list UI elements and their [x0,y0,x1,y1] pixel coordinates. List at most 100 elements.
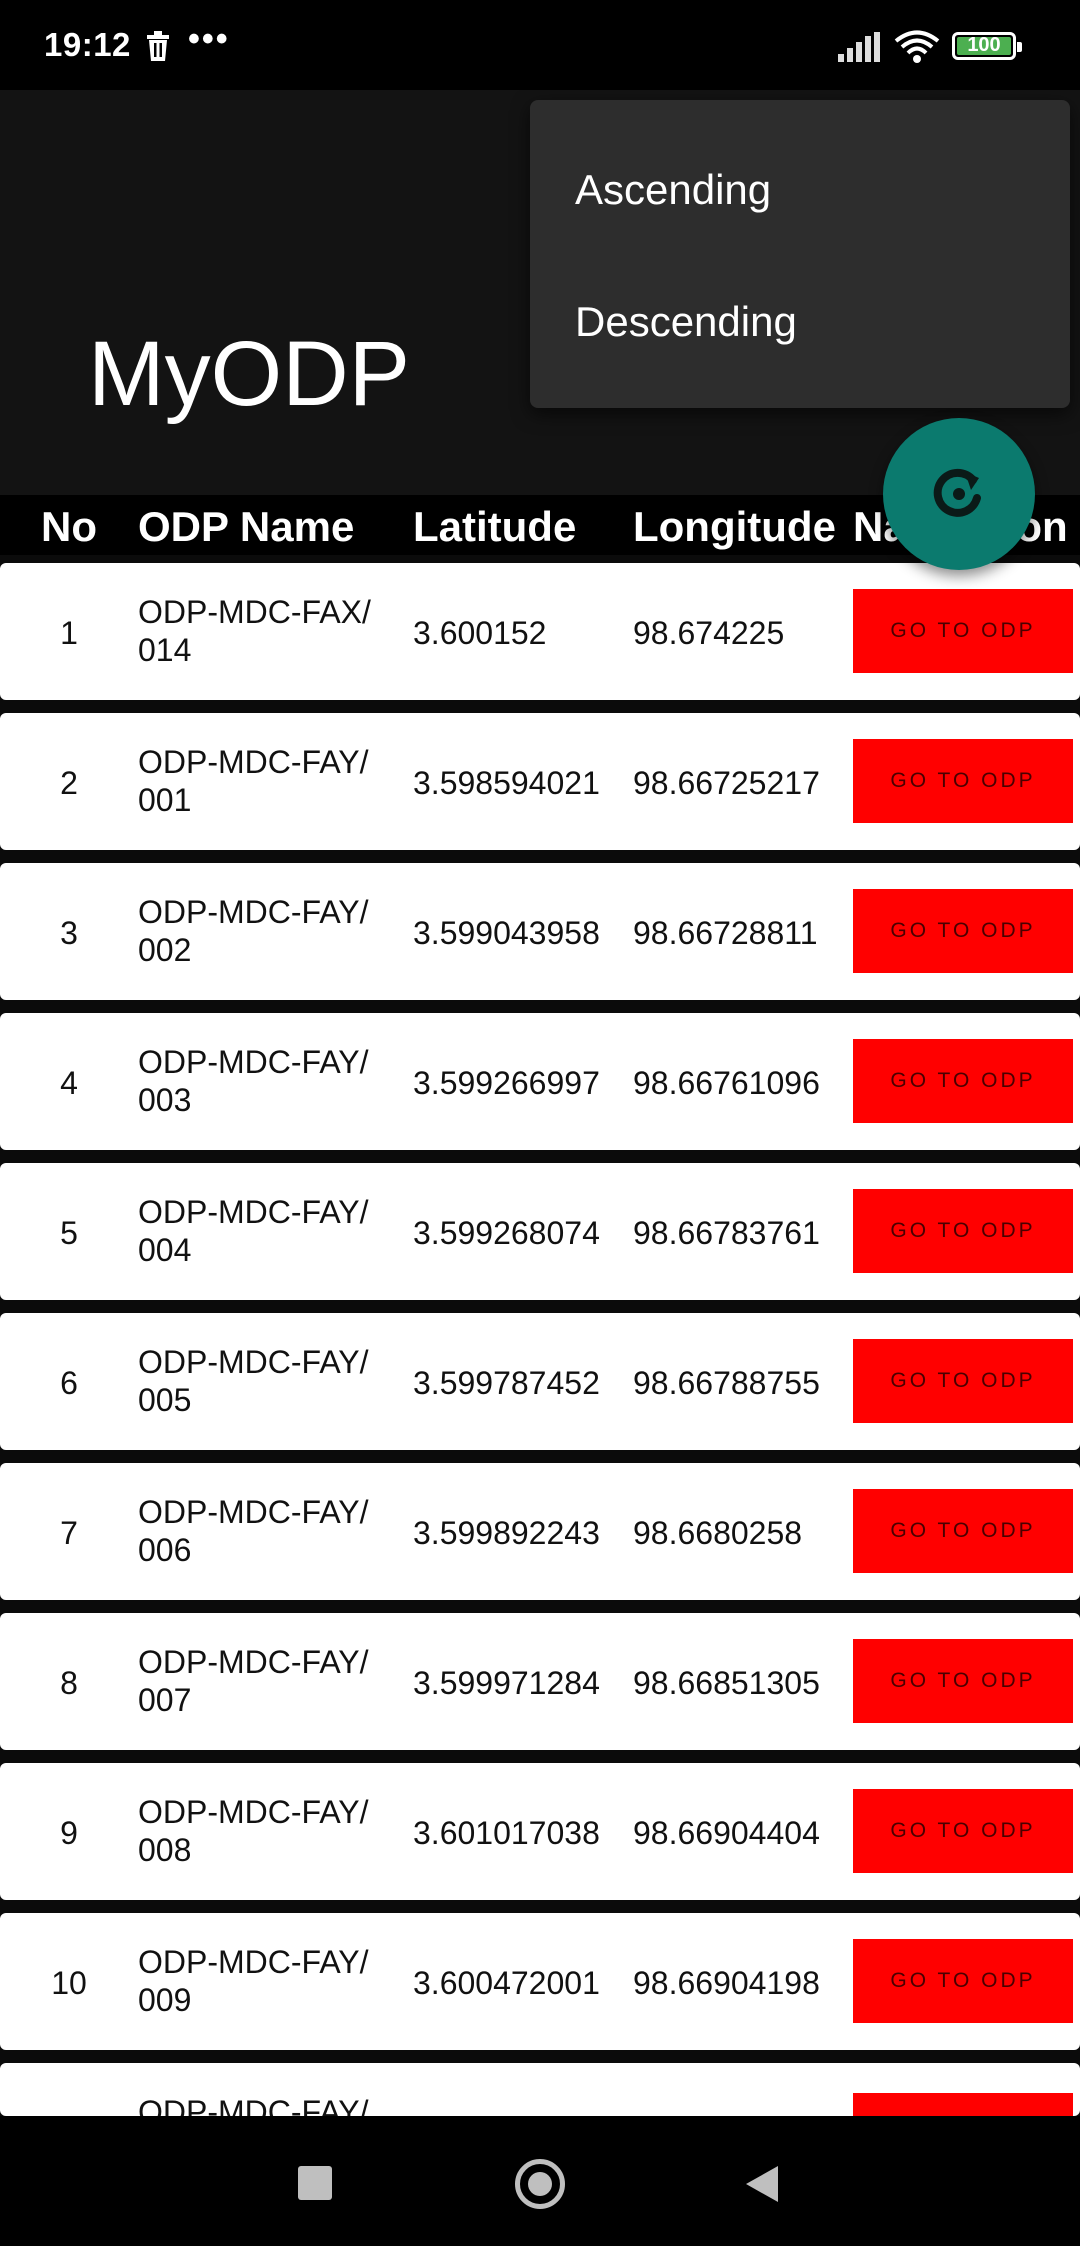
longitude-value: 98.66904404 [633,1815,820,1851]
more-notifications-icon: ••• [188,20,230,58]
latitude-value: 3.599043958 [413,915,600,951]
go-to-odp-button[interactable]: GO TO ODP [853,739,1073,823]
table-row: 9 ODP-MDC-FAY/008 3.601017038 98.66904404 GO… [0,1763,1080,1900]
latitude-value: 3.599787452 [413,1365,600,1401]
column-header-latitude: Latitude [413,503,577,550]
odp-name: ODP-MDC-FAY/009 [138,1943,408,2019]
row-number: 10 [51,1965,87,2001]
odp-name-line2: 002 [138,932,192,968]
recent-apps-button[interactable] [298,2166,332,2200]
longitude-value: 98.66788755 [633,1365,820,1401]
odp-name-line1: ODP-MDC-FAY/ [138,894,369,930]
odp-name: ODP-MDC-FAY/005 [138,1343,408,1419]
odp-name-line2: 009 [138,1982,192,2018]
odp-name-line2: 007 [138,1682,192,1718]
odp-name-line2: 014 [138,632,192,668]
longitude-value: 98.66761096 [633,1065,820,1101]
go-to-odp-button[interactable]: GO TO ODP [853,1339,1073,1423]
go-to-odp-button[interactable]: GO TO ODP [853,1489,1073,1573]
row-number: 2 [60,765,78,801]
refresh-button[interactable] [883,418,1035,570]
odp-name-line2: 005 [138,1382,192,1418]
odp-name-line2: 006 [138,1532,192,1568]
latitude-value: 3.598594021 [413,765,600,801]
longitude-value: 98.66904198 [633,1965,820,2001]
back-button[interactable] [744,2164,780,2204]
table-row: 1 ODP-MDC-FAX/014 3.600152 98.674225 GO TO O… [0,563,1080,700]
latitude-value: 3.599266997 [413,1065,600,1101]
row-number: 7 [60,1515,78,1551]
go-to-odp-button[interactable]: GO TO ODP [853,589,1073,673]
go-to-odp-button[interactable]: GO TO ODP [853,2093,1073,2116]
go-to-odp-button[interactable]: GO TO ODP [853,1639,1073,1723]
longitude-value: 98.66725217 [633,765,820,801]
battery-level: 100 [967,34,1001,56]
go-to-odp-button[interactable]: GO TO ODP [853,1189,1073,1273]
longitude-value: 98.66728811 [633,915,818,951]
odp-name-line1: ODP-MDC-FAY/ [138,1044,369,1080]
sort-menu: Ascending Descending [530,100,1070,408]
table-row: ODP-MDC-FAY/GO TO ODP [0,2063,1080,2116]
row-number: 3 [60,915,78,951]
row-number: 4 [60,1065,78,1101]
longitude-value: 98.66783761 [633,1215,820,1251]
battery-icon: 100 [952,32,1022,60]
table-row: 7 ODP-MDC-FAY/006 3.599892243 98.6680258 GO … [0,1463,1080,1600]
latitude-value: 3.599268074 [413,1215,600,1251]
go-to-odp-button[interactable]: GO TO ODP [853,1789,1073,1873]
table-row: 6 ODP-MDC-FAY/005 3.599787452 98.66788755 GO… [0,1313,1080,1450]
trash-icon [147,31,169,61]
latitude-value: 3.599971284 [413,1665,600,1701]
status-bar: 19:12 ••• 100 [0,0,1080,90]
row-number: 6 [60,1365,78,1401]
odp-name-line2: 008 [138,1832,192,1868]
odp-name: ODP-MDC-FAX/014 [138,593,408,669]
column-header-odp-name: ODP Name [138,503,355,550]
odp-name-line1: ODP-MDC-FAY/ [138,1344,369,1380]
column-header-no: No [41,503,97,550]
table-row: 8 ODP-MDC-FAY/007 3.599971284 98.66851305 GO… [0,1613,1080,1750]
longitude-value: 98.66851305 [633,1665,820,1701]
go-to-odp-button[interactable]: GO TO ODP [853,1939,1073,2023]
refresh-icon [933,468,981,517]
home-button[interactable] [515,2159,565,2209]
menu-item-ascending[interactable]: Ascending [575,166,771,214]
latitude-value: 3.601017038 [413,1815,600,1851]
odp-name: ODP-MDC-FAY/001 [138,743,408,819]
odp-name-line1: ODP-MDC-FAY/ [138,1944,369,1980]
odp-name: ODP-MDC-FAY/004 [138,1193,408,1269]
latitude-value: 3.599892243 [413,1515,600,1551]
odp-name-line2: 003 [138,1082,192,1118]
odp-name-line1: ODP-MDC-FAY/ [138,1494,369,1530]
odp-name: ODP-MDC-FAY/002 [138,893,408,969]
table-row: 3 ODP-MDC-FAY/002 3.599043958 98.66728811 GO… [0,863,1080,1000]
wifi-icon [894,30,940,63]
menu-item-descending[interactable]: Descending [575,298,797,346]
odp-name: ODP-MDC-FAY/006 [138,1493,408,1569]
odp-name: ODP-MDC-FAY/007 [138,1643,408,1719]
odp-name-line1: ODP-MDC-FAY/ [138,1194,369,1230]
column-header-longitude: Longitude [633,503,836,550]
go-to-odp-button[interactable]: GO TO ODP [853,1039,1073,1123]
odp-name-line1: ODP-MDC-FAY/ [138,744,369,780]
row-number: 9 [60,1815,78,1851]
row-number: 5 [60,1215,78,1251]
longitude-value: 98.6680258 [633,1515,803,1551]
odp-name-line2: 001 [138,782,192,818]
table-row: 5 ODP-MDC-FAY/004 3.599268074 98.66783761 GO… [0,1163,1080,1300]
table-row: 4 ODP-MDC-FAY/003 3.599266997 98.66761096 GO… [0,1013,1080,1150]
latitude-value: 3.600152 [413,615,547,651]
odp-name-line1: ODP-MDC-FAY/ [138,1794,369,1830]
go-to-odp-button[interactable]: GO TO ODP [853,889,1073,973]
row-number: 8 [60,1665,78,1701]
signal-icon [838,32,880,62]
longitude-value: 98.674225 [633,615,785,651]
odp-name: ODP-MDC-FAY/ [138,2093,408,2116]
odp-name: ODP-MDC-FAY/008 [138,1793,408,1869]
odp-name-line2: 004 [138,1232,192,1268]
page-title: MyODP [88,323,410,425]
status-time: 19:12 [44,26,131,63]
table-row: 10 ODP-MDC-FAY/009 3.600472001 98.66904198 G… [0,1913,1080,2050]
system-nav-bar [0,2116,1080,2246]
row-number: 1 [60,615,78,651]
